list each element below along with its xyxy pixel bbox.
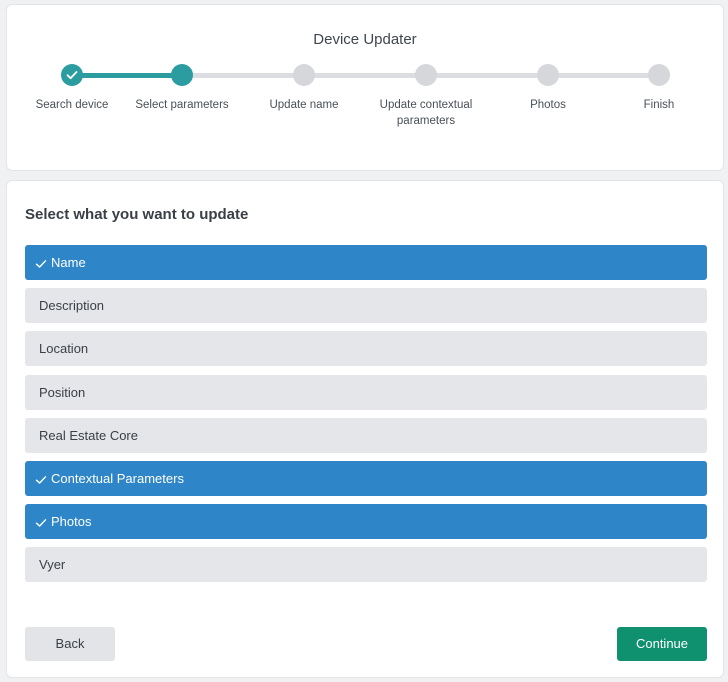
stepper-progress — [72, 73, 182, 78]
continue-button[interactable]: Continue — [617, 627, 707, 661]
back-button[interactable]: Back — [25, 627, 115, 661]
options-card: Select what you want to update Name Desc… — [6, 180, 724, 678]
check-icon — [35, 474, 47, 486]
step-update-name-dot — [293, 64, 315, 86]
step-label-finish: Finish — [643, 99, 675, 111]
check-icon — [35, 258, 47, 270]
option-label: Vyer — [39, 557, 66, 572]
step-search-device-dot — [61, 64, 83, 86]
step-label-update-name: Update name — [269, 99, 339, 111]
option-position[interactable]: Position — [25, 375, 707, 410]
option-label: Contextual Parameters — [51, 471, 184, 486]
option-label: Photos — [51, 514, 92, 529]
step-select-parameters-dot — [171, 64, 193, 86]
option-real-estate-core[interactable]: Real Estate Core — [25, 418, 707, 453]
step-update-contextual-parameters-dot — [415, 64, 437, 86]
option-contextual-parameters[interactable]: Contextual Parameters — [25, 461, 707, 496]
section-title: Select what you want to update — [25, 206, 249, 223]
option-label: Description — [39, 298, 105, 313]
option-label: Real Estate Core — [39, 428, 138, 443]
step-label-search-device: Search device — [35, 99, 109, 111]
step-finish-dot — [648, 64, 670, 86]
step-photos-dot — [537, 64, 559, 86]
stepper-card: Device Updater Search device Select para… — [6, 4, 724, 171]
step-label-photos: Photos — [530, 99, 566, 111]
check-icon — [35, 517, 47, 529]
stepper-title: Device Updater — [313, 31, 417, 48]
step-label-select-parameters: Select parameters — [135, 99, 229, 111]
option-description[interactable]: Description — [25, 288, 707, 323]
check-icon — [66, 71, 78, 80]
option-label: Position — [39, 385, 86, 400]
option-location[interactable]: Location — [25, 331, 707, 366]
step-label-update-contextual-parameters: Update contextual parameters — [379, 99, 473, 127]
option-photos[interactable]: Photos — [25, 504, 707, 539]
option-label: Name — [51, 255, 86, 270]
option-label: Location — [39, 341, 89, 356]
option-name[interactable]: Name — [25, 245, 707, 280]
option-vyer[interactable]: Vyer — [25, 547, 707, 582]
